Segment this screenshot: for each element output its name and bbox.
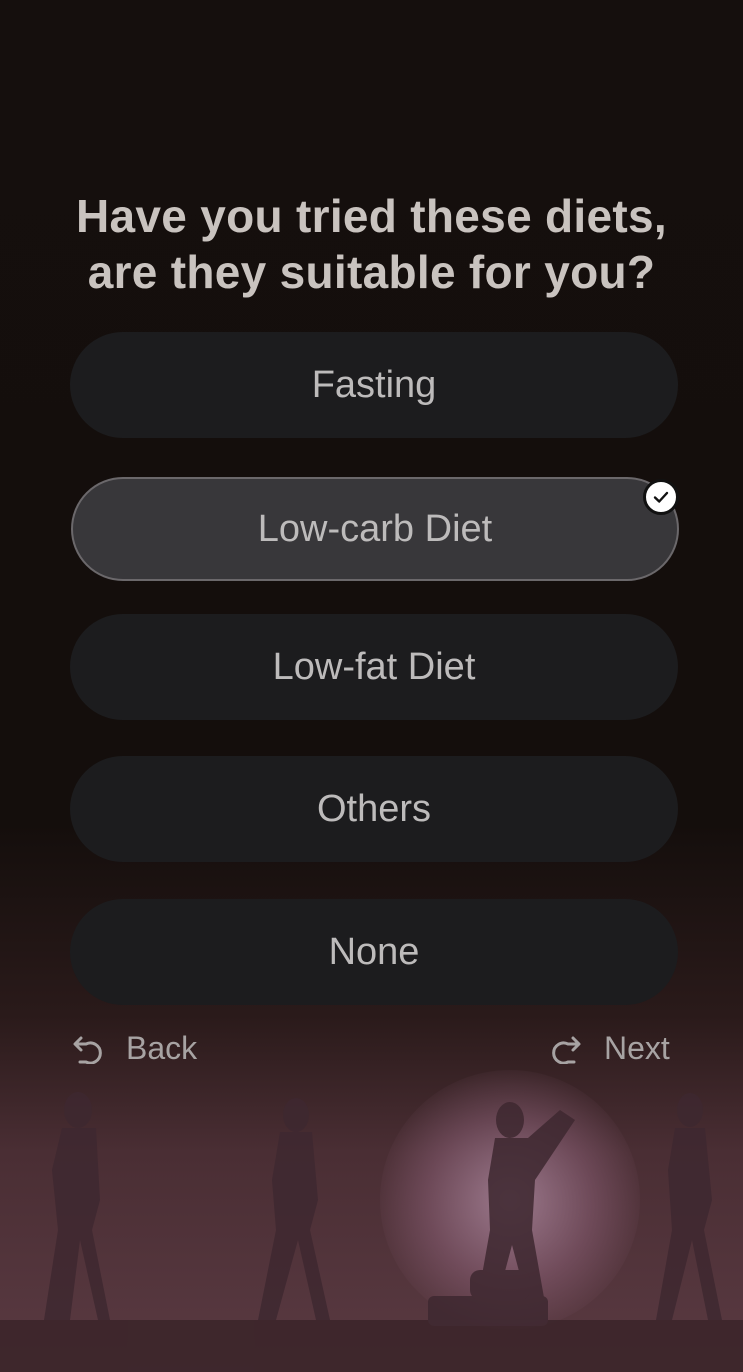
check-circle-icon: [643, 479, 679, 515]
option-label: Fasting: [311, 363, 437, 406]
option-label: Others: [316, 787, 432, 830]
option-others[interactable]: Others: [70, 756, 678, 862]
option-low-carb-diet[interactable]: Low-carb Diet: [71, 477, 679, 581]
redo-arrow-icon: [548, 1032, 584, 1064]
option-none[interactable]: None: [70, 899, 678, 1005]
next-button[interactable]: Next: [548, 1028, 670, 1068]
question-line-2: are they suitable for you?: [87, 246, 656, 298]
back-button[interactable]: Back: [70, 1028, 197, 1068]
option-label: Low-carb Diet: [257, 507, 493, 550]
next-label: Next: [604, 1029, 670, 1066]
back-label: Back: [126, 1029, 198, 1066]
option-label: Low-fat Diet: [272, 645, 476, 688]
option-fasting[interactable]: Fasting: [70, 332, 678, 438]
question-line-1: Have you tried these diets,: [76, 190, 667, 242]
question-heading: Have you tried these diets, are they sui…: [40, 188, 703, 300]
option-low-fat-diet[interactable]: Low-fat Diet: [70, 614, 678, 720]
undo-arrow-icon: [70, 1032, 106, 1064]
option-label: None: [328, 930, 420, 973]
dancer-silhouettes-image: [0, 1092, 743, 1372]
